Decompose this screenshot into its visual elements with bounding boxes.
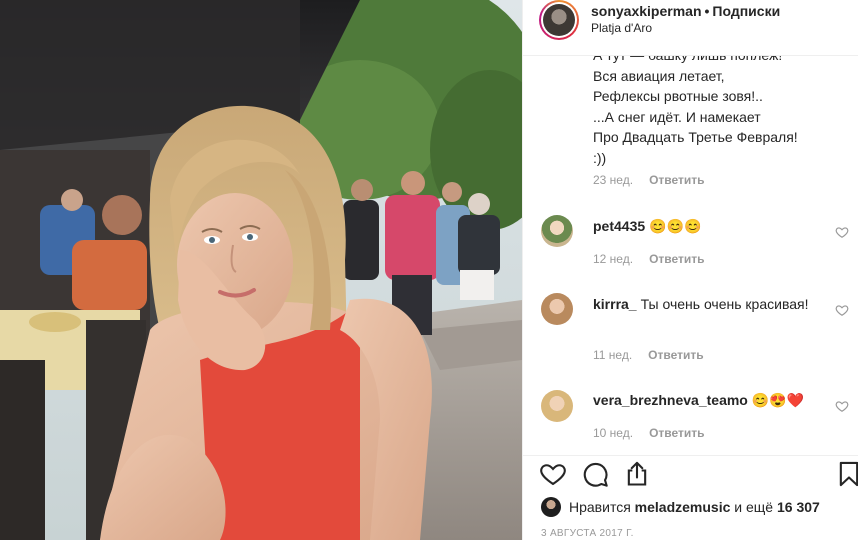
caption-reply-button[interactable]: Ответить <box>649 173 704 187</box>
comment-body: 😊😍❤️ <box>751 392 805 408</box>
caption-meta: 23 нед. Ответить <box>593 173 705 187</box>
comment-reply-button[interactable]: Ответить <box>649 252 704 266</box>
comment-meta: 12 нед. Ответить <box>593 252 705 266</box>
actions-divider <box>523 455 858 456</box>
post-photo-image <box>0 0 522 540</box>
comment-meta: 11 нед. Ответить <box>593 348 704 362</box>
comment-like-heart-icon[interactable] <box>835 399 849 413</box>
comment-body: Ты очень очень красивая! <box>640 296 809 312</box>
post-photo[interactable] <box>0 0 522 540</box>
comment-username[interactable]: kirrra_ <box>593 296 637 312</box>
liker-username[interactable]: meladzemusic <box>635 499 731 515</box>
post-caption: А тут — башку лишь поплеж! Вся авиация л… <box>593 56 798 166</box>
comment-text: kirrra_ Ты очень очень красивая! <box>593 294 823 314</box>
post-side-panel: sonyaxkiperman•Подписки Platja d'Aro А т… <box>522 0 858 540</box>
caption-time: 23 нед. <box>593 173 634 187</box>
comment-body: 😊😊😊 <box>649 218 702 234</box>
comment-reply-button[interactable]: Ответить <box>648 348 703 362</box>
likes-count[interactable]: 16 307 <box>777 499 820 515</box>
post-header: sonyaxkiperman • Подписки Platja d'Aro <box>523 0 858 56</box>
comments-list[interactable]: А тут — башку лишь поплеж! Вся авиация л… <box>523 56 858 456</box>
likes-summary[interactable]: Нравится meladzemusic и ещё 16 307 <box>541 497 820 519</box>
comment-icon[interactable] <box>581 460 609 488</box>
comment-username[interactable]: pet4435 <box>593 218 645 234</box>
liker-avatar <box>541 497 561 517</box>
author-username[interactable]: sonyaxkiperman <box>591 3 702 19</box>
comment-avatar[interactable] <box>541 215 573 247</box>
bookmark-icon[interactable] <box>835 460 858 488</box>
comment-time: 10 нед. <box>593 426 634 440</box>
heart-icon[interactable] <box>539 460 567 488</box>
comment-avatar[interactable] <box>541 390 573 422</box>
comment-avatar[interactable] <box>541 293 573 325</box>
comment-meta: 10 нед. Ответить <box>593 426 705 440</box>
share-icon[interactable] <box>623 460 651 488</box>
comment-username[interactable]: vera_brezhneva_teamo <box>593 392 748 408</box>
post-actions <box>523 460 858 492</box>
comment-reply-button[interactable]: Ответить <box>649 426 704 440</box>
comment-time: 11 нед. <box>593 348 633 362</box>
comment-text: vera_brezhneva_teamo 😊😍❤️ <box>593 390 823 410</box>
author-line: sonyaxkiperman • Подписки <box>591 3 780 19</box>
author-avatar[interactable] <box>539 0 579 40</box>
following-button[interactable]: Подписки <box>712 3 780 19</box>
likes-prefix: Нравится <box>569 499 631 515</box>
header-separator: • <box>704 3 710 19</box>
comment-like-heart-icon[interactable] <box>835 225 849 239</box>
comment-text: pet4435 😊😊😊 <box>593 216 823 236</box>
likes-middle: и ещё <box>734 499 774 515</box>
post-location[interactable]: Platja d'Aro <box>591 21 652 35</box>
comment-time: 12 нед. <box>593 252 634 266</box>
comment-like-heart-icon[interactable] <box>835 303 849 317</box>
post-date[interactable]: 3 АВГУСТА 2017 Г. <box>541 528 634 539</box>
